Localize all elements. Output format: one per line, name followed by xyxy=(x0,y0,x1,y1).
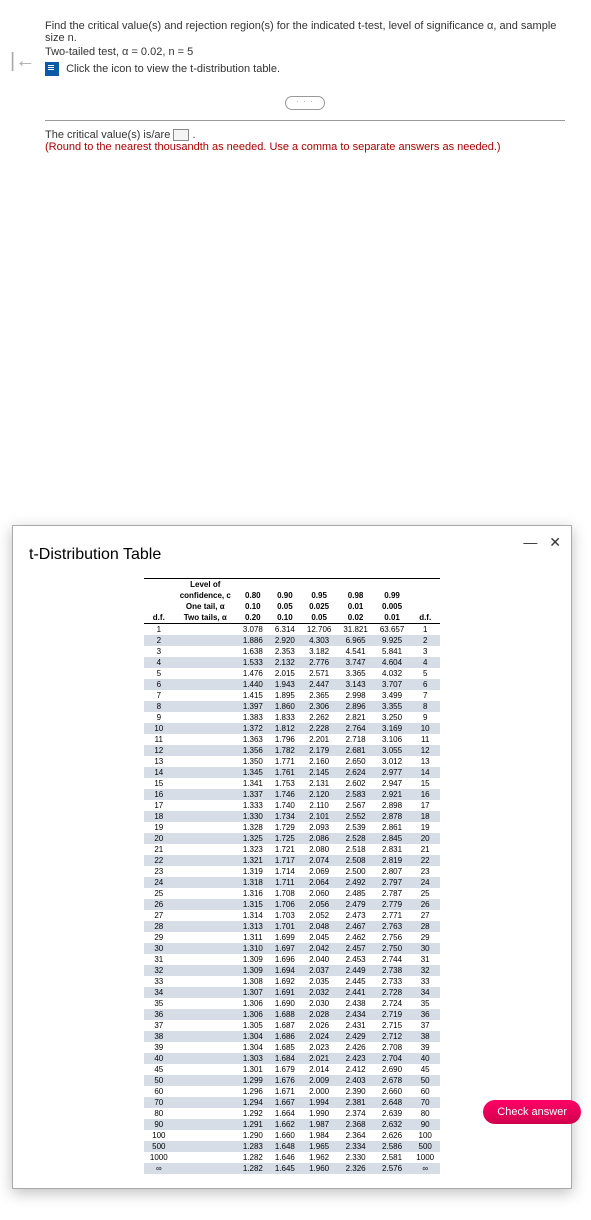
table-row: 361.3061.6882.0282.4342.71936 xyxy=(144,1009,440,1020)
table-row: Level of xyxy=(144,579,440,591)
check-answer-button[interactable]: Check answer xyxy=(483,1100,581,1124)
minimize-icon[interactable]: — xyxy=(523,534,537,550)
table-row: 41.5332.1322.7763.7474.6044 xyxy=(144,657,440,668)
answer-hint: (Round to the nearest thousandth as need… xyxy=(45,141,565,153)
table-row: ∞1.2821.6451.9602.3262.576∞ xyxy=(144,1163,440,1174)
table-row: 71.4151.8952.3652.9983.4997 xyxy=(144,690,440,701)
view-table-link[interactable]: Click the icon to view the t-distributio… xyxy=(66,63,280,75)
table-row: 241.3181.7112.0642.4922.79724 xyxy=(144,877,440,888)
t-distribution-modal: — ✕ t-Distribution Table Level ofconfide… xyxy=(12,525,572,1189)
table-row: 231.3191.7142.0692.5002.80723 xyxy=(144,866,440,877)
answer-text-2: . xyxy=(192,129,195,141)
table-row: 131.3501.7712.1602.6503.01213 xyxy=(144,756,440,767)
table-row: 291.3111.6992.0452.4622.75629 xyxy=(144,932,440,943)
table-row: 301.3101.6972.0422.4572.75030 xyxy=(144,943,440,954)
table-row: 251.3161.7082.0602.4852.78725 xyxy=(144,888,440,899)
table-row: 391.3041.6852.0232.4262.70839 xyxy=(144,1042,440,1053)
collapse-panel-icon[interactable]: |← xyxy=(10,50,35,73)
table-row: 331.3081.6922.0352.4452.73333 xyxy=(144,976,440,987)
table-row: 801.2921.6641.9902.3742.63980 xyxy=(144,1108,440,1119)
table-row: 201.3251.7252.0862.5282.84520 xyxy=(144,833,440,844)
table-row: 81.3971.8602.3062.8963.3558 xyxy=(144,701,440,712)
answer-area: The critical value(s) is/are . (Round to… xyxy=(45,129,565,153)
table-row: 141.3451.7612.1452.6242.97714 xyxy=(144,767,440,778)
t-distribution-table: Level ofconfidence, c0.800.900.950.980.9… xyxy=(144,578,440,1174)
table-row: 601.2961.6712.0002.3902.66060 xyxy=(144,1086,440,1097)
question-test-line: Two-tailed test, α = 0.02, n = 5 xyxy=(45,46,565,58)
critical-value-input[interactable] xyxy=(173,129,189,141)
table-row: 21.8862.9204.3036.9659.9252 xyxy=(144,635,440,646)
table-row: 51.4762.0152.5713.3654.0325 xyxy=(144,668,440,679)
table-row: 261.3151.7062.0562.4792.77926 xyxy=(144,899,440,910)
table-row: 111.3631.7962.2012.7183.10611 xyxy=(144,734,440,745)
table-row: 191.3281.7292.0932.5392.86119 xyxy=(144,822,440,833)
table-row: 31.6382.3533.1824.5415.8413 xyxy=(144,646,440,657)
modal-title: t-Distribution Table xyxy=(29,546,561,564)
table-row: 101.3721.8122.2282.7643.16910 xyxy=(144,723,440,734)
table-row: 211.3231.7212.0802.5182.83121 xyxy=(144,844,440,855)
table-row: 281.3131.7012.0482.4672.76328 xyxy=(144,921,440,932)
table-row: 151.3411.7532.1312.6022.94715 xyxy=(144,778,440,789)
table-row: 351.3061.6902.0302.4382.72435 xyxy=(144,998,440,1009)
book-icon[interactable] xyxy=(45,62,59,76)
table-row: 701.2941.6671.9942.3812.64870 xyxy=(144,1097,440,1108)
answer-text-1: The critical value(s) is/are xyxy=(45,129,173,141)
table-row: 181.3301.7342.1012.5522.87818 xyxy=(144,811,440,822)
table-row: 311.3091.6962.0402.4532.74431 xyxy=(144,954,440,965)
table-row: 221.3211.7172.0742.5082.81922 xyxy=(144,855,440,866)
table-row: 171.3331.7402.1102.5672.89817 xyxy=(144,800,440,811)
table-row: 271.3141.7032.0522.4732.77127 xyxy=(144,910,440,921)
table-row: One tail, α0.100.050.0250.010.005 xyxy=(144,601,440,612)
table-row: 321.3091.6942.0372.4492.73832 xyxy=(144,965,440,976)
close-icon[interactable]: ✕ xyxy=(549,534,561,550)
table-row: d.f.Two tails, α0.200.100.050.020.01d.f. xyxy=(144,612,440,624)
table-row: 121.3561.7822.1792.6813.05512 xyxy=(144,745,440,756)
table-row: 13.0786.31412.70631.82163.6571 xyxy=(144,624,440,636)
table-row: 1001.2901.6601.9842.3642.626100 xyxy=(144,1130,440,1141)
question-area: Find the critical value(s) and rejection… xyxy=(45,20,565,153)
table-row: 371.3051.6872.0262.4312.71537 xyxy=(144,1020,440,1031)
table-row: 61.4401.9432.4473.1433.7076 xyxy=(144,679,440,690)
divider xyxy=(45,120,565,121)
table-row: confidence, c0.800.900.950.980.99 xyxy=(144,590,440,601)
table-row: 901.2911.6621.9872.3682.63290 xyxy=(144,1119,440,1130)
table-row: 341.3071.6912.0322.4412.72834 xyxy=(144,987,440,998)
table-row: 451.3011.6792.0142.4122.69045 xyxy=(144,1064,440,1075)
expand-button[interactable]: · · · xyxy=(285,96,325,110)
table-row: 161.3371.7462.1202.5832.92116 xyxy=(144,789,440,800)
table-row: 10001.2821.6461.9622.3302.5811000 xyxy=(144,1152,440,1163)
question-prompt: Find the critical value(s) and rejection… xyxy=(45,20,565,44)
table-row: 381.3041.6862.0242.4292.71238 xyxy=(144,1031,440,1042)
table-row: 5001.2831.6481.9652.3342.586500 xyxy=(144,1141,440,1152)
table-row: 401.3031.6842.0212.4232.70440 xyxy=(144,1053,440,1064)
table-row: 501.2991.6762.0092.4032.67850 xyxy=(144,1075,440,1086)
table-row: 91.3831.8332.2622.8213.2509 xyxy=(144,712,440,723)
